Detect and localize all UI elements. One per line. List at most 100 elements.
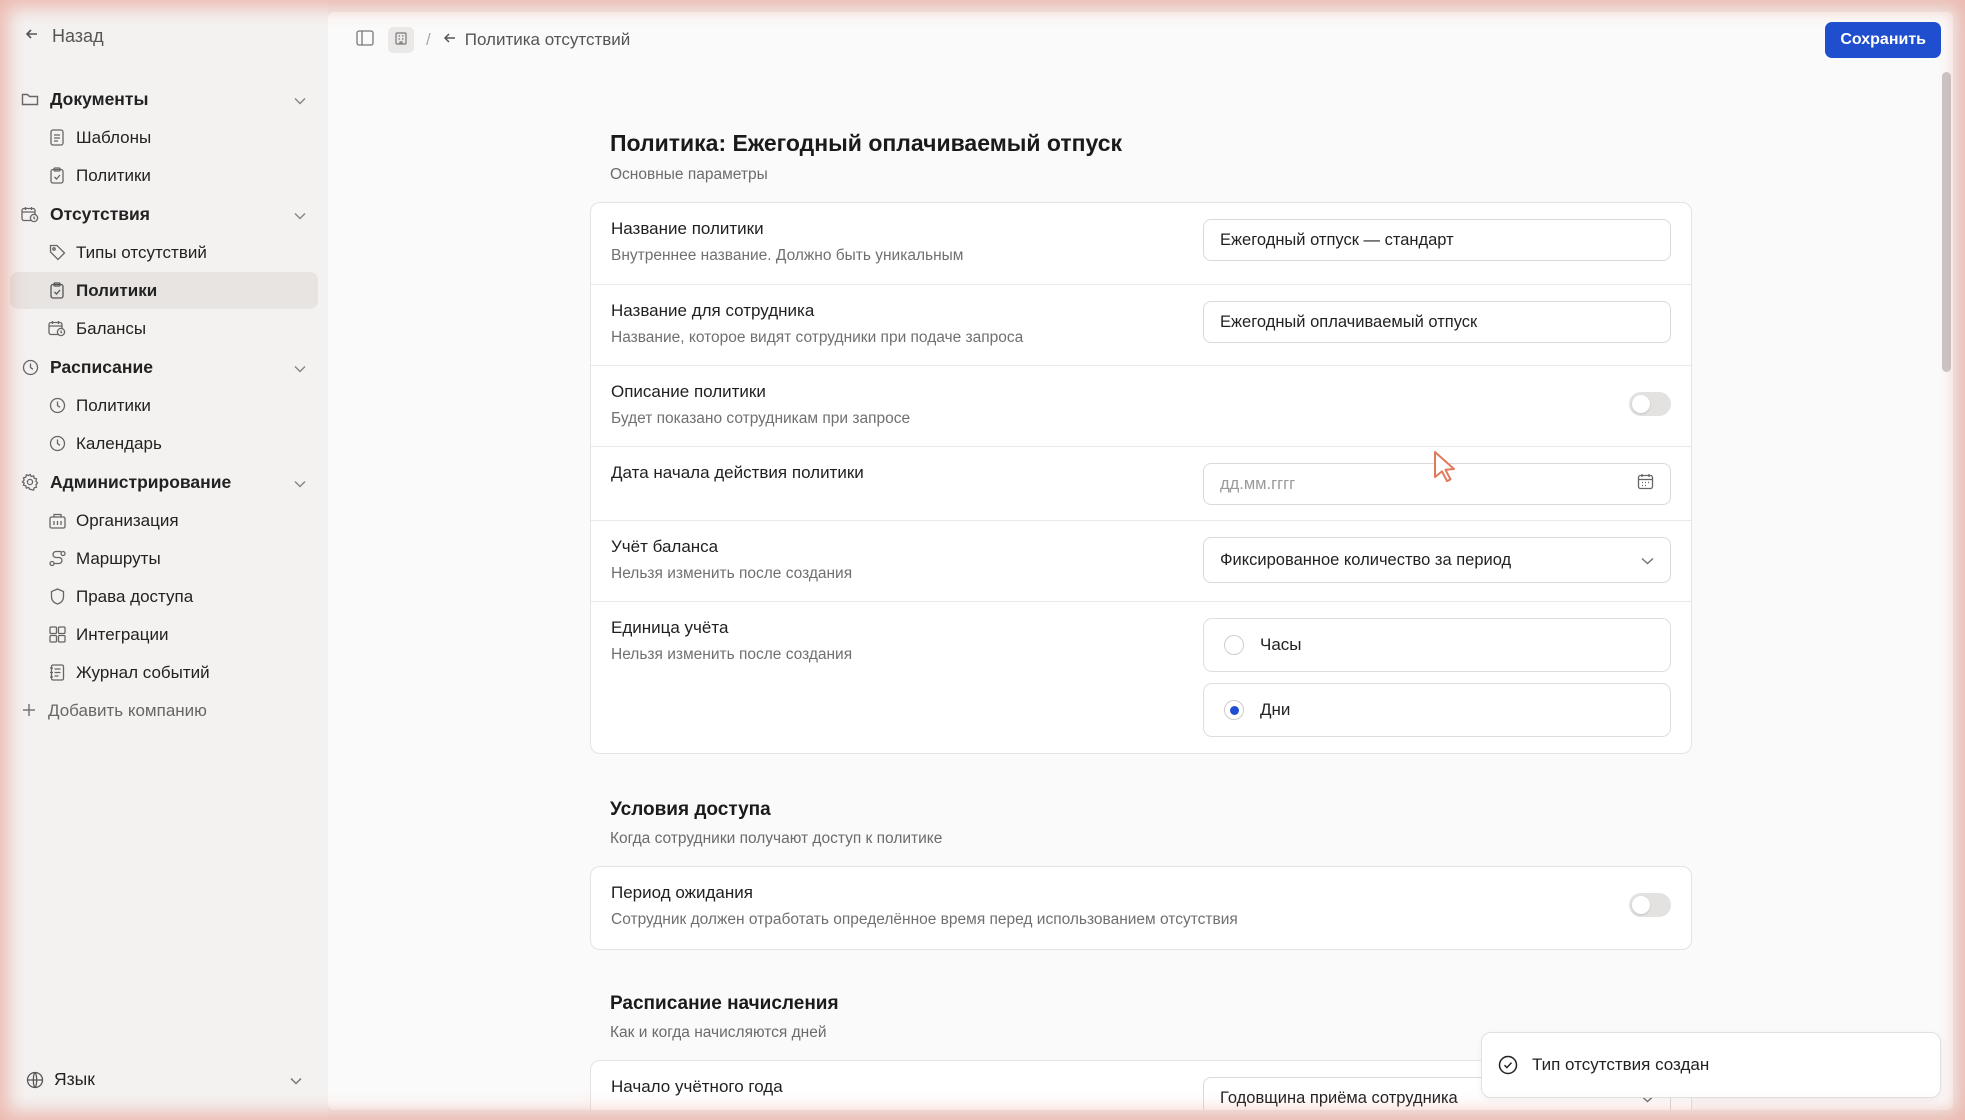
sidebar-item-organization[interactable]: Организация [10,502,318,539]
back-button[interactable]: Назад [24,26,104,47]
unit-option-label: Дни [1260,700,1291,719]
sidebar-item-absence-policies[interactable]: Политики [10,272,318,309]
sidebar-item-integrations[interactable]: Интеграции [10,616,318,653]
sidebar-nav: Документы Шаблоны Политики Отсутствия Ти… [10,80,318,730]
sidebar-group-admin[interactable]: Администрирование [10,463,318,501]
policy-name-input[interactable]: Ежегодный отпуск — стандарт [1203,219,1671,261]
company-button[interactable] [388,27,414,53]
waiting-period-desc: Сотрудник должен отработать определённое… [611,911,1238,928]
log-icon [48,664,66,682]
description-label: Описание политики [611,382,766,401]
unit-desc: Нельзя изменить после создания [611,646,853,663]
chevron-down-icon [1641,551,1654,570]
sidebar-item-label: Журнал событий [76,662,210,682]
breadcrumb-label: Политика отсутствий [464,30,631,49]
access-section-title: Условия доступа [610,799,771,820]
calendar-clock-icon [20,204,40,224]
sidebar-item-label: Права доступа [76,586,194,606]
radio-button[interactable] [1224,635,1244,655]
clock-icon [48,435,66,453]
sidebar-group-label: Документы [50,88,149,109]
employee-name-desc: Название, которое видят сотрудники при п… [611,329,1024,346]
employee-name-input[interactable]: Ежегодный оплачиваемый отпуск [1203,301,1671,343]
sidebar-item-label: Политики [76,395,151,415]
sidebar-item-doc-policies[interactable]: Политики [10,157,318,194]
basic-settings-card: Название политики Внутреннее название. Д… [590,202,1692,754]
unit-option-label: Часы [1260,635,1302,654]
unit-option-days[interactable]: Дни [1203,683,1671,737]
sidebar-item-label: Календарь [76,433,162,453]
access-section-subtitle: Когда сотрудники получают доступ к полит… [610,830,943,847]
sidebar-item-balances[interactable]: Балансы [10,310,318,347]
toast-notification: Тип отсутствия создан [1481,1032,1941,1098]
waiting-period-label: Период ожидания [611,883,753,902]
sidebar-group-schedule[interactable]: Расписание [10,348,318,386]
start-date-row: Дата начала действия политики дд.мм.гггг [591,447,1691,521]
tag-icon [48,244,66,262]
chevron-down-icon [294,357,306,378]
sidebar-toggle-button[interactable] [352,27,378,53]
start-date-placeholder: дд.мм.гггг [1220,474,1296,493]
sidebar-item-label: Маршруты [76,548,161,568]
sidebar-group-documents[interactable]: Документы [10,80,318,118]
year-start-label: Начало учётного года [611,1077,783,1096]
page-title: Политика: Ежегодный оплачиваемый отпуск [610,130,1123,156]
sidebar-item-absence-types[interactable]: Типы отсутствий [10,234,318,271]
description-row: Описание политики Будет показано сотрудн… [591,366,1691,447]
building-icon [394,31,408,50]
plus-icon [22,700,36,723]
page-subtitle: Основные параметры [610,166,768,183]
sidebar: Назад Документы Шаблоны Политики Отсутст… [0,0,328,1120]
description-toggle[interactable] [1629,392,1671,416]
balance-desc: Нельзя изменить после создания [611,565,853,582]
calendar-icon[interactable] [1637,473,1654,495]
balance-select[interactable]: Фиксированное количество за период [1203,537,1671,583]
unit-option-hours[interactable]: Часы [1203,618,1671,672]
shield-icon [48,588,66,606]
sidebar-group-label: Отсутствия [50,203,151,224]
sidebar-item-schedule-policies[interactable]: Политики [10,387,318,424]
accrual-section-title: Расписание начисления [610,993,839,1014]
balance-row: Учёт баланса Нельзя изменить после созда… [591,521,1691,602]
balance-label: Учёт баланса [611,537,719,556]
route-icon [48,550,66,568]
arrow-left-icon [24,26,40,47]
globe-icon [26,1071,44,1089]
sidebar-group-label: Администрирование [50,471,232,492]
sidebar-group-absences[interactable]: Отсутствия [10,195,318,233]
clock-icon [20,357,40,377]
scrollbar-thumb[interactable] [1942,72,1951,372]
breadcrumb[interactable]: Политика отсутствий [443,30,631,50]
folder-icon [20,89,40,109]
chevron-down-icon [290,1069,302,1090]
toast-message: Тип отсутствия создан [1532,1055,1710,1074]
sidebar-item-event-log[interactable]: Журнал событий [10,654,318,691]
sidebar-item-calendar[interactable]: Календарь [10,425,318,462]
breadcrumb-separator: / [426,30,431,49]
sidebar-item-templates[interactable]: Шаблоны [10,119,318,156]
language-selector[interactable]: Язык [26,1069,302,1090]
chevron-down-icon [294,89,306,110]
calendar-clock-icon [48,320,66,338]
main-panel: / Политика отсутствий Сохранить Политика… [328,12,1953,1110]
sidebar-item-label: Интеграции [76,624,169,644]
unit-radio-group: Часы Дни [1203,618,1671,753]
waiting-period-toggle[interactable] [1629,893,1671,917]
add-company-button[interactable]: Добавить компанию [10,692,318,730]
clipboard-icon [48,282,66,300]
sidebar-item-routes[interactable]: Маршруты [10,540,318,577]
mouse-cursor-icon [1432,450,1458,489]
chevron-down-icon [294,204,306,225]
radio-button-selected[interactable] [1224,700,1244,720]
save-button[interactable]: Сохранить [1825,22,1941,58]
unit-label: Единица учёта [611,618,729,637]
policy-name-desc: Внутреннее название. Должно быть уникаль… [611,247,964,264]
balance-select-value: Фиксированное количество за период [1220,550,1512,569]
policy-name-label: Название политики [611,219,764,238]
sidebar-toggle-icon [356,29,374,51]
sidebar-item-label: Организация [76,510,179,530]
unit-row: Единица учёта Нельзя изменить после созд… [591,602,1691,753]
employee-name-label: Название для сотрудника [611,301,815,320]
sidebar-item-label: Шаблоны [76,127,152,147]
sidebar-item-access-rights[interactable]: Права доступа [10,578,318,615]
